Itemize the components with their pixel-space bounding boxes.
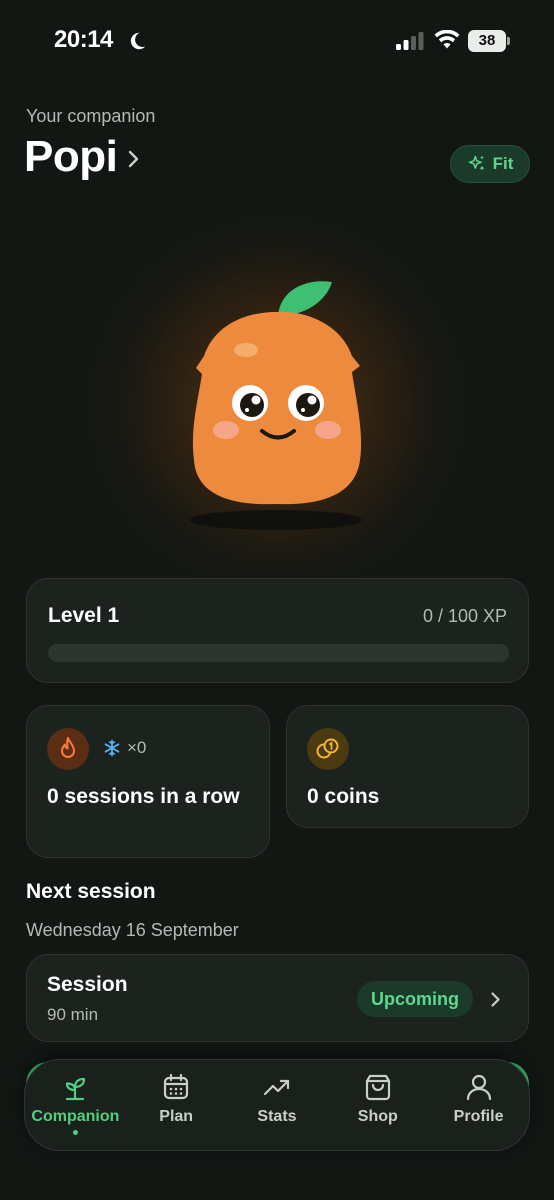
next-session-date: Wednesday 16 September [26, 920, 239, 940]
chevron-right-icon [491, 992, 500, 1007]
sparkles-icon [468, 155, 485, 171]
companion-name: Popi [24, 132, 118, 181]
level-xp: 0 / 100 XP [422, 606, 507, 626]
status-bar: 20:14 38 [0, 0, 554, 84]
session-name: Session [47, 973, 128, 996]
tab-label: Stats [257, 1108, 297, 1125]
status-time: 20:14 [54, 26, 113, 53]
streak-badge [47, 728, 89, 770]
tab-label: Plan [159, 1108, 194, 1125]
tab-label: Profile [453, 1108, 504, 1125]
calendar-icon [164, 1073, 189, 1100]
tab-stats[interactable]: Stats [229, 1072, 325, 1126]
mascot-cheek-left [213, 421, 239, 439]
sprout-icon [66, 1077, 86, 1101]
level-title: Level 1 [48, 604, 120, 627]
moon-icon [130, 32, 146, 50]
tab-shop[interactable]: Shop [330, 1072, 426, 1126]
streak-freeze-row: ×0 [103, 738, 146, 758]
trend-up-icon [263, 1079, 290, 1096]
fit-button[interactable]: Fit [450, 145, 530, 183]
session-duration: 90 min [47, 1005, 99, 1024]
mascot-shadow [190, 510, 362, 530]
mascot-cheek-right [315, 421, 341, 439]
mascot-body [192, 311, 362, 505]
active-tab-indicator [72, 1130, 78, 1135]
battery-indicator: 38 [468, 30, 510, 52]
mascot-highlight [234, 343, 258, 357]
companion-screen: 20:14 38 Your companion Popi Fit Level 1… [0, 0, 554, 1200]
next-session-title: Next session [26, 880, 156, 903]
fit-button-label: Fit [492, 154, 514, 173]
coins-card[interactable]: 0 coins [286, 705, 529, 828]
tab-label: Shop [357, 1108, 398, 1125]
wifi-icon [434, 30, 460, 49]
companion-label: Your companion [26, 106, 156, 126]
streak-card[interactable]: ×0 0 sessions in a row [26, 705, 270, 858]
snowflake-icon [104, 739, 120, 757]
level-card[interactable]: Level 1 0 / 100 XP [26, 578, 529, 683]
coins-badge [307, 728, 349, 770]
coins-icon [316, 738, 339, 759]
companion-mascot[interactable] [176, 270, 376, 540]
battery-tip [507, 37, 510, 45]
cellular-signal-icon [396, 32, 424, 50]
streak-freeze-count: ×0 [127, 738, 147, 757]
chevron-right-icon [129, 150, 139, 168]
tab-companion[interactable]: Companion [27, 1072, 123, 1135]
mascot-leaf [278, 281, 332, 316]
session-card[interactable]: Session 90 min Upcoming [26, 954, 529, 1042]
streak-text: 0 sessions in a row [47, 785, 240, 808]
bottom-tab-bar: Companion Plan Stats Shop Profile [24, 1059, 530, 1151]
shopping-bag-icon [365, 1074, 390, 1101]
companion-name-link[interactable]: Popi [24, 132, 141, 182]
coins-text: 0 coins [307, 785, 380, 808]
xp-progress-bar [48, 644, 509, 662]
tab-profile[interactable]: Profile [431, 1072, 527, 1126]
person-icon [466, 1074, 491, 1101]
flame-icon [61, 737, 75, 758]
tab-label: Companion [31, 1108, 120, 1125]
status-badge: Upcoming [357, 981, 473, 1017]
battery-level: 38 [468, 30, 506, 52]
tab-plan[interactable]: Plan [128, 1072, 224, 1126]
